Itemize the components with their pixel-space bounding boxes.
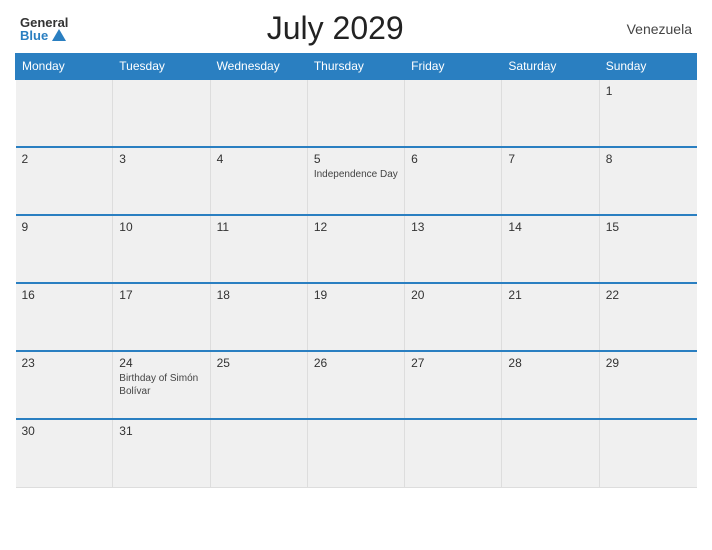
day-number: 24 [119,356,203,370]
calendar-cell [16,79,113,147]
day-number: 5 [314,152,398,166]
logo-blue-container: Blue [20,29,66,42]
calendar-cell: 22 [599,283,696,351]
calendar-cell: 26 [307,351,404,419]
day-number: 2 [22,152,107,166]
calendar-cell: 2 [16,147,113,215]
day-number: 3 [119,152,203,166]
calendar-cell [307,79,404,147]
day-number: 10 [119,220,203,234]
day-number: 31 [119,424,203,438]
calendar-cell: 10 [113,215,210,283]
day-number: 11 [217,220,301,234]
calendar-cell [210,79,307,147]
day-number: 16 [22,288,107,302]
calendar-cell [113,79,210,147]
calendar-cell [599,419,696,487]
country-label: Venezuela [602,21,692,37]
day-number: 4 [217,152,301,166]
day-number: 12 [314,220,398,234]
weekday-header-friday: Friday [405,54,502,80]
day-number: 7 [508,152,592,166]
day-number: 26 [314,356,398,370]
calendar-cell [307,419,404,487]
logo: General Blue [20,16,68,42]
day-number: 1 [606,84,691,98]
calendar-cell: 5 Independence Day [307,147,404,215]
calendar-cell [502,79,599,147]
day-number: 13 [411,220,495,234]
event-label: Birthday of Simón Bolívar [119,372,203,398]
day-number: 15 [606,220,691,234]
calendar-table: MondayTuesdayWednesdayThursdayFridaySatu… [15,53,697,488]
calendar-title: July 2029 [68,10,602,47]
calendar-cell: 15 [599,215,696,283]
week-row-4: 16 17 18 19 20 21 22 [16,283,697,351]
calendar-cell: 6 [405,147,502,215]
calendar-cell: 13 [405,215,502,283]
calendar-cell: 18 [210,283,307,351]
calendar-cell: 21 [502,283,599,351]
calendar-cell: 16 [16,283,113,351]
day-number: 27 [411,356,495,370]
day-number: 29 [606,356,691,370]
calendar-cell: 11 [210,215,307,283]
day-number: 28 [508,356,592,370]
day-number: 22 [606,288,691,302]
calendar-cell [210,419,307,487]
calendar-header: General Blue July 2029 Venezuela [15,10,697,47]
weekday-header-saturday: Saturday [502,54,599,80]
calendar-cell: 3 [113,147,210,215]
day-number: 30 [22,424,107,438]
calendar-wrapper: General Blue July 2029 Venezuela MondayT… [0,0,712,550]
calendar-cell: 14 [502,215,599,283]
event-label: Independence Day [314,168,398,181]
day-number: 9 [22,220,107,234]
calendar-cell: 29 [599,351,696,419]
calendar-cell: 9 [16,215,113,283]
day-number: 17 [119,288,203,302]
logo-general-text: General [20,16,68,29]
calendar-cell: 31 [113,419,210,487]
calendar-cell: 20 [405,283,502,351]
day-number: 23 [22,356,107,370]
week-row-6: 30 31 [16,419,697,487]
day-number: 8 [606,152,691,166]
calendar-cell: 27 [405,351,502,419]
weekday-header-row: MondayTuesdayWednesdayThursdayFridaySatu… [16,54,697,80]
week-row-2: 2345 Independence Day 678 [16,147,697,215]
calendar-cell: 23 [16,351,113,419]
day-number: 19 [314,288,398,302]
day-number: 25 [217,356,301,370]
weekday-header-monday: Monday [16,54,113,80]
calendar-cell [405,79,502,147]
day-number: 20 [411,288,495,302]
calendar-cell: 7 [502,147,599,215]
calendar-cell [405,419,502,487]
week-row-1: 1 [16,79,697,147]
calendar-cell: 8 [599,147,696,215]
calendar-cell: 28 [502,351,599,419]
calendar-cell: 24 Birthday of Simón Bolívar [113,351,210,419]
weekday-header-wednesday: Wednesday [210,54,307,80]
day-number: 14 [508,220,592,234]
weekday-header-tuesday: Tuesday [113,54,210,80]
day-number: 21 [508,288,592,302]
logo-blue-text: Blue [20,29,48,42]
calendar-cell: 30 [16,419,113,487]
calendar-cell: 19 [307,283,404,351]
day-number: 18 [217,288,301,302]
calendar-cell: 4 [210,147,307,215]
calendar-cell: 17 [113,283,210,351]
logo-triangle-icon [52,29,66,41]
week-row-5: 23 24 Birthday of Simón Bolívar 25 26 27 28 29 [16,351,697,419]
day-number: 6 [411,152,495,166]
weekday-header-thursday: Thursday [307,54,404,80]
calendar-cell: 1 [599,79,696,147]
weekday-header-sunday: Sunday [599,54,696,80]
week-row-3: 9 10 11 12 13 14 15 [16,215,697,283]
calendar-cell [502,419,599,487]
calendar-cell: 12 [307,215,404,283]
calendar-cell: 25 [210,351,307,419]
